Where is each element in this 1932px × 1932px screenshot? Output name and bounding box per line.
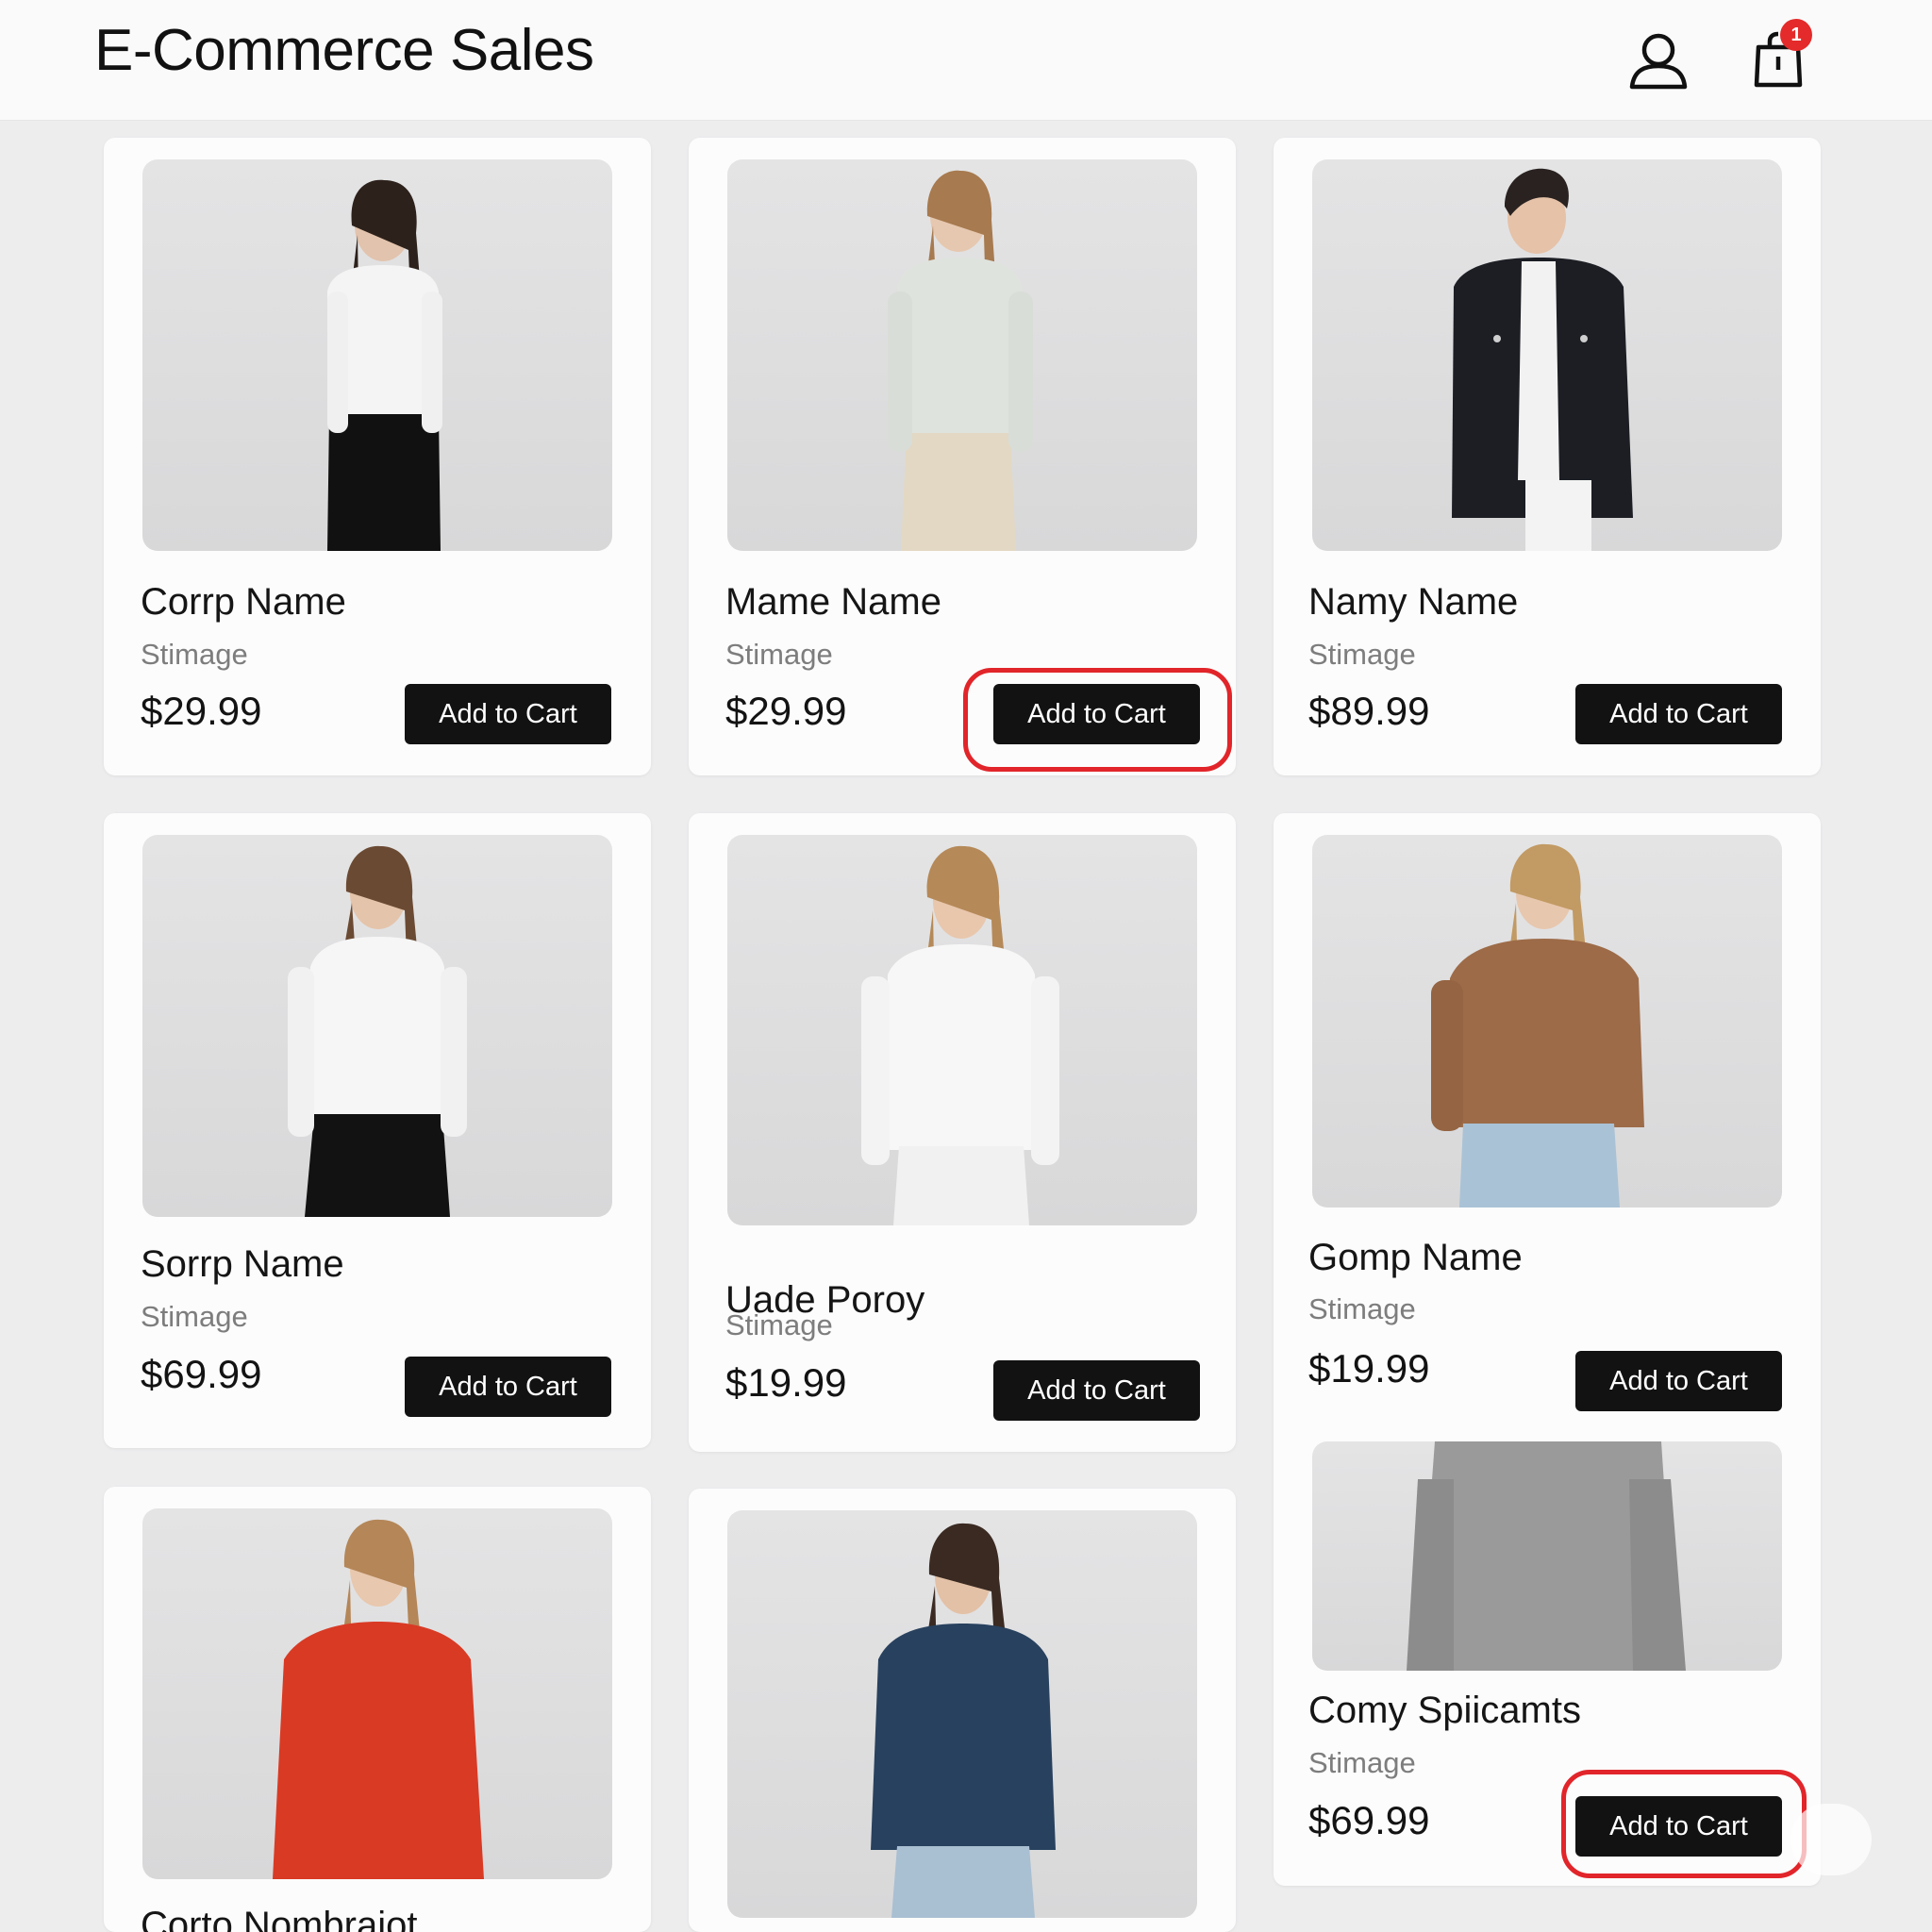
add-to-cart-button[interactable]: Add to Cart bbox=[993, 1360, 1200, 1421]
product-card[interactable] bbox=[689, 1489, 1236, 1932]
product-subtitle: Stimage bbox=[1308, 638, 1416, 671]
product-price: $69.99 bbox=[1308, 1798, 1430, 1842]
product-image[interactable] bbox=[1312, 1441, 1782, 1671]
product-image[interactable] bbox=[727, 159, 1197, 551]
cart-count-badge: 1 bbox=[1780, 19, 1812, 51]
product-image[interactable] bbox=[1312, 835, 1782, 1208]
product-price: $19.99 bbox=[725, 1360, 847, 1405]
product-price: $69.99 bbox=[141, 1352, 262, 1396]
product-price: $29.99 bbox=[141, 689, 262, 733]
product-image[interactable] bbox=[727, 1510, 1197, 1918]
product-image[interactable] bbox=[727, 835, 1197, 1225]
add-to-cart-button[interactable]: Add to Cart bbox=[405, 1357, 611, 1417]
product-subtitle: Stimage bbox=[725, 638, 833, 671]
add-to-cart-button[interactable]: Add to Cart bbox=[993, 684, 1200, 744]
product-card[interactable]: Sorrp Name Stimage $69.99 Add to Cart bbox=[104, 813, 651, 1448]
product-subtitle: Stimage bbox=[1308, 1292, 1416, 1325]
product-name[interactable]: Mame Name bbox=[725, 580, 941, 624]
product-image[interactable] bbox=[1312, 159, 1782, 551]
product-image[interactable] bbox=[142, 159, 612, 551]
product-price: $29.99 bbox=[725, 689, 847, 733]
floating-bubble bbox=[1790, 1804, 1872, 1875]
add-to-cart-button[interactable]: Add to Cart bbox=[1575, 1351, 1782, 1411]
model-photo bbox=[871, 1523, 1056, 1918]
product-name[interactable]: Corto Nombraiot bbox=[141, 1904, 417, 1932]
model-photo bbox=[1431, 843, 1644, 1208]
product-card[interactable]: Corto Nombraiot bbox=[104, 1487, 651, 1932]
product-subtitle: Stimage bbox=[141, 1300, 248, 1333]
model-photo bbox=[327, 179, 442, 551]
model-photo bbox=[273, 1519, 484, 1879]
page-title: E-Commerce Sales bbox=[94, 18, 594, 83]
product-image[interactable] bbox=[142, 835, 612, 1217]
product-name[interactable]: Corrp Name bbox=[141, 580, 346, 624]
product-card[interactable]: Namy Name Stimage $89.99 Add to Cart bbox=[1274, 138, 1821, 775]
product-card[interactable]: Corrp Name Stimage $29.99 Add to Cart bbox=[104, 138, 651, 775]
product-price: $19.99 bbox=[1308, 1346, 1430, 1391]
model-photo bbox=[861, 845, 1059, 1225]
add-to-cart-button[interactable]: Add to Cart bbox=[405, 684, 611, 744]
product-card[interactable]: Mame Name Stimage $29.99 Add to Cart bbox=[689, 138, 1236, 775]
add-to-cart-button[interactable]: Add to Cart bbox=[1575, 684, 1782, 744]
product-subtitle: Stimage bbox=[1308, 1746, 1416, 1779]
product-subtitle: Stimage bbox=[725, 1308, 833, 1341]
product-price: $89.99 bbox=[1308, 689, 1430, 733]
model-photo bbox=[1452, 168, 1633, 551]
product-image[interactable] bbox=[142, 1508, 612, 1879]
model-photo bbox=[1407, 1441, 1686, 1671]
product-name[interactable]: Sorrp Name bbox=[141, 1242, 344, 1286]
product-subtitle: Stimage bbox=[141, 638, 248, 671]
model-photo bbox=[288, 845, 467, 1217]
product-name[interactable]: Gomp Name bbox=[1308, 1236, 1523, 1279]
product-name[interactable]: Comy Spiicamts bbox=[1308, 1689, 1581, 1732]
user-icon[interactable] bbox=[1624, 26, 1692, 94]
top-bar: E-Commerce Sales 1 bbox=[0, 0, 1932, 120]
add-to-cart-button[interactable]: Add to Cart bbox=[1575, 1796, 1782, 1857]
product-name[interactable]: Namy Name bbox=[1308, 580, 1518, 624]
model-photo bbox=[888, 170, 1033, 551]
product-card[interactable]: Uade Poroy Stimage $19.99 Add to Cart bbox=[689, 813, 1236, 1452]
product-card[interactable]: Gomp Name Stimage $19.99 Add to Cart Com… bbox=[1274, 813, 1821, 1886]
